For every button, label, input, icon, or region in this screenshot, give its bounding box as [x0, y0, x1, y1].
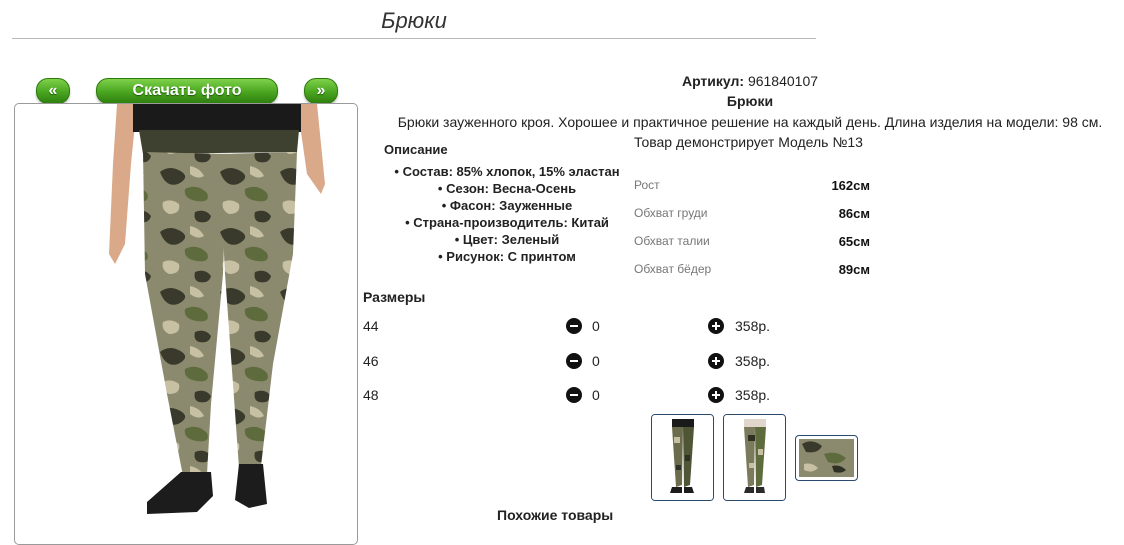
- measure-label-height: Рост: [634, 178, 660, 192]
- measure-value-waist: 65см: [838, 234, 870, 249]
- specs-heading: Описание: [384, 142, 448, 157]
- spec-item: Сезон: Весна-Осень: [372, 180, 642, 197]
- minus-icon[interactable]: [566, 318, 582, 334]
- spec-item: Рисунок: С принтом: [372, 248, 642, 265]
- size-price: 358р.: [735, 387, 771, 403]
- size-label-48: 48: [363, 387, 379, 403]
- measure-label-hips: Обхват бёдер: [634, 262, 712, 276]
- minus-icon[interactable]: [566, 387, 582, 403]
- title-divider: [12, 38, 816, 39]
- download-photo-button[interactable]: Скачать фото: [96, 78, 278, 104]
- article-label: Артикул:: [681, 73, 745, 89]
- size-price: 358р.: [735, 353, 771, 369]
- sizes-heading: Размеры: [363, 289, 426, 305]
- quantity-value: 0: [592, 318, 600, 334]
- thumbnail-fabric-image: [799, 439, 854, 477]
- measure-label-chest: Обхват груди: [634, 206, 708, 220]
- measure-label-waist: Обхват талии: [634, 234, 710, 248]
- measure-value-height: 162см: [831, 178, 870, 193]
- thumbnail-front[interactable]: [651, 414, 714, 501]
- page-title: Брюки: [381, 8, 447, 33]
- spec-item: Цвет: Зеленый: [372, 231, 642, 248]
- plus-icon[interactable]: [708, 353, 724, 369]
- product-name: Брюки: [726, 93, 774, 109]
- size-label-46: 46: [363, 353, 379, 369]
- similar-products-heading: Похожие товары: [497, 507, 614, 523]
- plus-icon[interactable]: [708, 387, 724, 403]
- size-price: 358р.: [735, 318, 771, 334]
- quantity-value: 0: [592, 353, 600, 369]
- measure-value-hips: 89см: [838, 262, 870, 277]
- product-photo-image: [35, 104, 335, 544]
- product-description: Брюки зауженного кроя. Хорошее и практич…: [397, 114, 1103, 130]
- thumbnail-fabric[interactable]: [795, 435, 858, 481]
- plus-icon[interactable]: [708, 318, 724, 334]
- specs-list: Состав: 85% хлопок, 15% эластан Сезон: В…: [372, 163, 642, 265]
- model-info: Товар демонстрирует Модель №13: [634, 134, 863, 150]
- prev-photo-button[interactable]: «: [36, 78, 70, 104]
- thumbnail-front-image: [652, 415, 713, 500]
- article-number: 961840107: [747, 73, 819, 89]
- thumbnail-back-image: [724, 415, 785, 500]
- thumbnail-back[interactable]: [723, 414, 786, 501]
- spec-item: Фасон: Зауженные: [372, 197, 642, 214]
- main-product-photo[interactable]: [14, 103, 358, 545]
- minus-icon[interactable]: [566, 353, 582, 369]
- spec-item: Состав: 85% хлопок, 15% эластан: [372, 163, 642, 180]
- measure-value-chest: 86см: [838, 206, 870, 221]
- quantity-value: 0: [592, 387, 600, 403]
- size-label-44: 44: [363, 318, 379, 334]
- next-photo-button[interactable]: »: [304, 78, 338, 104]
- article-line: Артикул: 961840107: [380, 73, 1120, 89]
- spec-item: Страна-производитель: Китай: [372, 214, 642, 231]
